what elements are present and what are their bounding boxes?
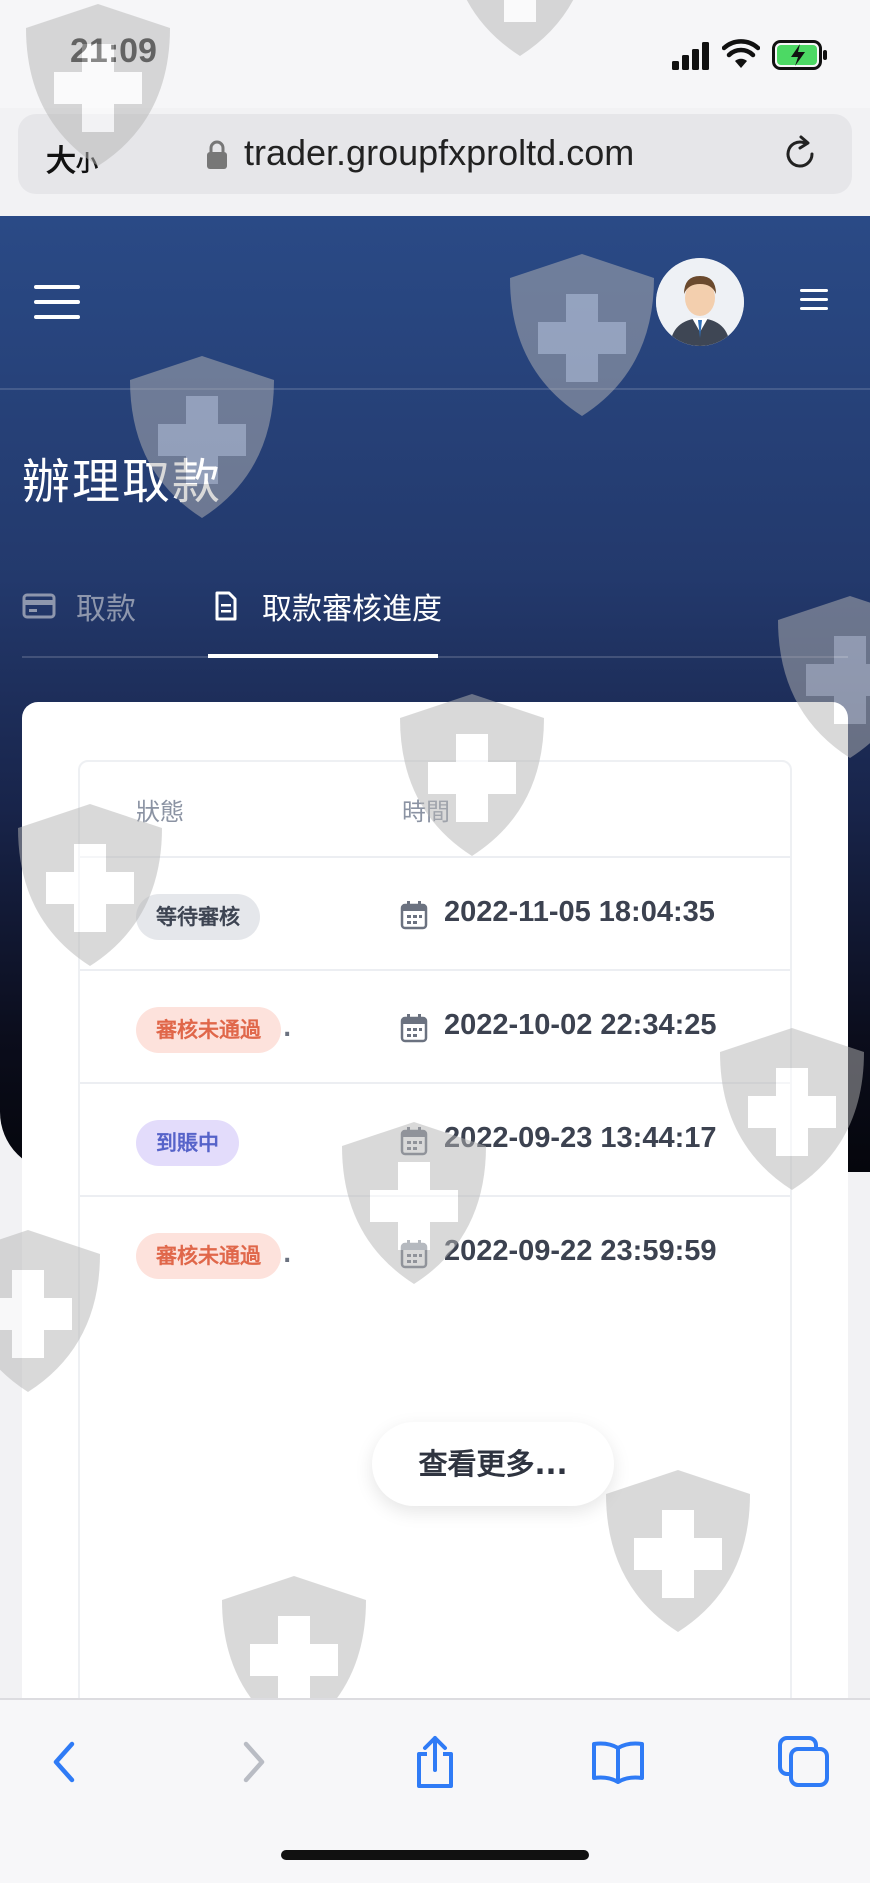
bookmarks-icon[interactable] xyxy=(590,1734,646,1790)
tab-withdraw-label: 取款 xyxy=(76,592,136,627)
view-more-button[interactable]: 查看更多... xyxy=(372,1422,614,1506)
page-title: 辦理取款 xyxy=(22,454,223,510)
table-row[interactable]: 等待審核 2022-11-05 18:04:35 xyxy=(80,858,790,971)
document-icon xyxy=(215,591,237,621)
home-indicator xyxy=(281,1850,589,1860)
text-size-big: 大 xyxy=(46,144,76,179)
avatar[interactable] xyxy=(656,258,744,346)
time-column-header: 時間 xyxy=(402,798,450,826)
calendar-icon xyxy=(400,1014,428,1043)
calendar-icon xyxy=(400,901,428,930)
reload-icon[interactable] xyxy=(780,134,820,174)
credit-card-icon xyxy=(22,593,56,619)
user-avatar-icon xyxy=(656,258,744,346)
address-bar[interactable]: 大小 trader.groupfxproltd.com xyxy=(18,114,852,194)
wifi-icon xyxy=(722,39,760,68)
browser-toolbar xyxy=(0,1698,870,1883)
status-badge: 審核未通過 xyxy=(136,1233,281,1279)
tabs-icon[interactable] xyxy=(776,1734,832,1790)
share-icon[interactable] xyxy=(407,1734,463,1790)
more-menu-icon[interactable] xyxy=(800,288,828,312)
nav-bar xyxy=(0,216,870,390)
calendar-icon xyxy=(400,1240,428,1269)
active-tab-indicator xyxy=(208,654,438,658)
status-column-header: 狀態 xyxy=(136,798,184,826)
status-time: 21:09 xyxy=(70,32,157,70)
tab-withdraw[interactable]: 取款 xyxy=(22,576,136,636)
hamburger-menu-icon[interactable] xyxy=(34,284,80,320)
table-row[interactable]: 審核未通過 . 2022-09-22 23:59:59 xyxy=(80,1197,790,1310)
text-size-button[interactable]: 大小 xyxy=(46,136,98,180)
row-datetime: 2022-09-22 23:59:59 xyxy=(444,1235,717,1267)
table-header: 狀態 時間 xyxy=(80,762,790,858)
text-size-small: 小 xyxy=(76,152,99,177)
table-row[interactable]: 到賬中 2022-09-23 13:44:17 xyxy=(80,1084,790,1197)
lock-icon xyxy=(207,140,227,169)
forward-icon[interactable] xyxy=(224,1734,280,1790)
url-text[interactable]: trader.groupfxproltd.com xyxy=(244,132,634,174)
status-badge: 審核未通過 xyxy=(136,1007,281,1053)
status-badge: 到賬中 xyxy=(136,1120,239,1166)
cellular-signal-icon xyxy=(672,42,709,70)
status-badge: 等待審核 xyxy=(136,894,260,940)
table-row[interactable]: 審核未通過 . 2022-10-02 22:34:25 xyxy=(80,971,790,1084)
back-icon[interactable] xyxy=(38,1734,94,1790)
page: 21:09 大小 trader.groupfxproltd.com 辦理取款 取… xyxy=(0,0,870,1883)
tab-withdraw-progress[interactable]: 取款審核進度 xyxy=(208,576,442,636)
status-overflow-dot: . xyxy=(283,1017,292,1042)
row-datetime: 2022-11-05 18:04:35 xyxy=(444,896,715,928)
status-overflow-dot: . xyxy=(283,1243,292,1268)
tab-withdraw-progress-label: 取款審核進度 xyxy=(262,592,442,627)
row-datetime: 2022-09-23 13:44:17 xyxy=(444,1122,717,1154)
status-bar: 21:09 xyxy=(0,0,870,108)
row-datetime: 2022-10-02 22:34:25 xyxy=(444,1009,717,1041)
calendar-icon xyxy=(400,1127,428,1156)
battery-charging-icon xyxy=(772,40,827,70)
